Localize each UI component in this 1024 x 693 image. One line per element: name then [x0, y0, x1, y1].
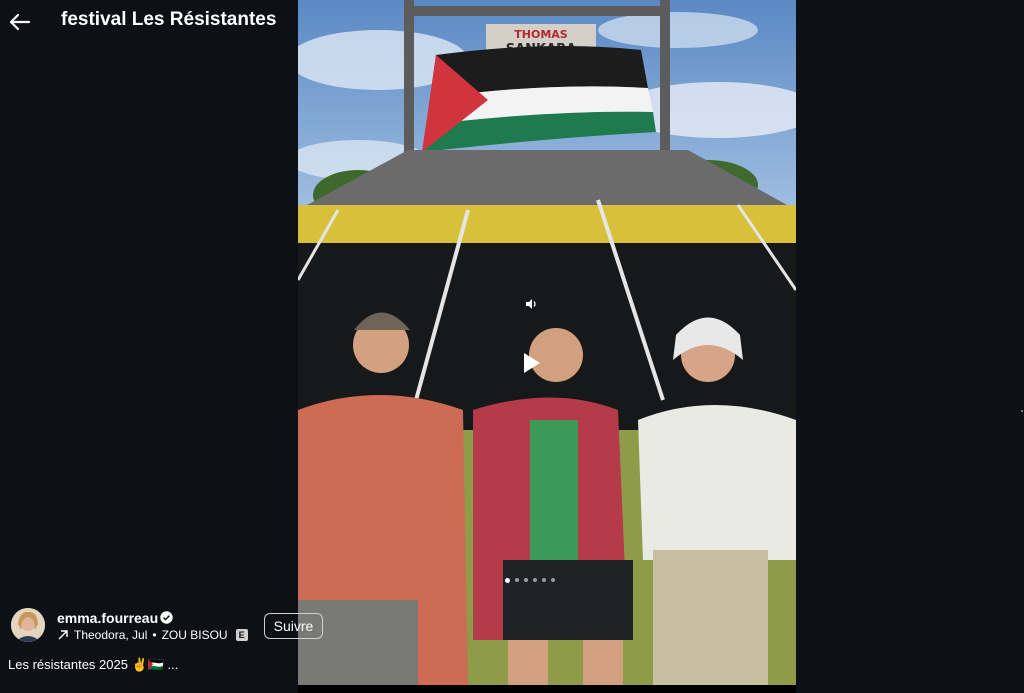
audio-song: ZOU BISOU	[161, 628, 228, 642]
post-caption[interactable]: Les résistantes 2025 ✌️🇵🇸 ...	[8, 657, 178, 673]
banner-text-top: THOMAS	[514, 28, 568, 41]
carousel-dot	[551, 578, 555, 582]
left-panel	[0, 0, 298, 693]
right-panel	[796, 0, 1024, 693]
audio-artists: Theodora, Jul	[74, 628, 148, 642]
audio-attribution[interactable]: Theodora, Jul • ZOU BISOU E	[57, 628, 248, 642]
verified-badge-icon	[160, 611, 173, 624]
username[interactable]: emma.fourreau	[57, 610, 158, 626]
speaker-icon[interactable]	[523, 296, 539, 312]
page-title: festival Les Résistantes	[61, 9, 277, 30]
arrow-up-right-icon	[58, 630, 68, 640]
follow-button[interactable]: Suivre	[264, 613, 323, 639]
carousel-dot	[533, 578, 537, 582]
play-icon[interactable]	[518, 350, 544, 376]
carousel-dot	[515, 578, 519, 582]
avatar[interactable]	[11, 608, 45, 642]
edge-marker	[1021, 410, 1023, 412]
back-button[interactable]	[6, 8, 34, 36]
carousel-indicator	[505, 577, 555, 583]
carousel-dot	[524, 578, 528, 582]
arrow-left-icon	[9, 13, 31, 31]
explicit-badge: E	[235, 629, 248, 641]
carousel-dot	[505, 577, 510, 583]
audio-separator: •	[152, 628, 157, 642]
carousel-dot	[542, 578, 546, 582]
